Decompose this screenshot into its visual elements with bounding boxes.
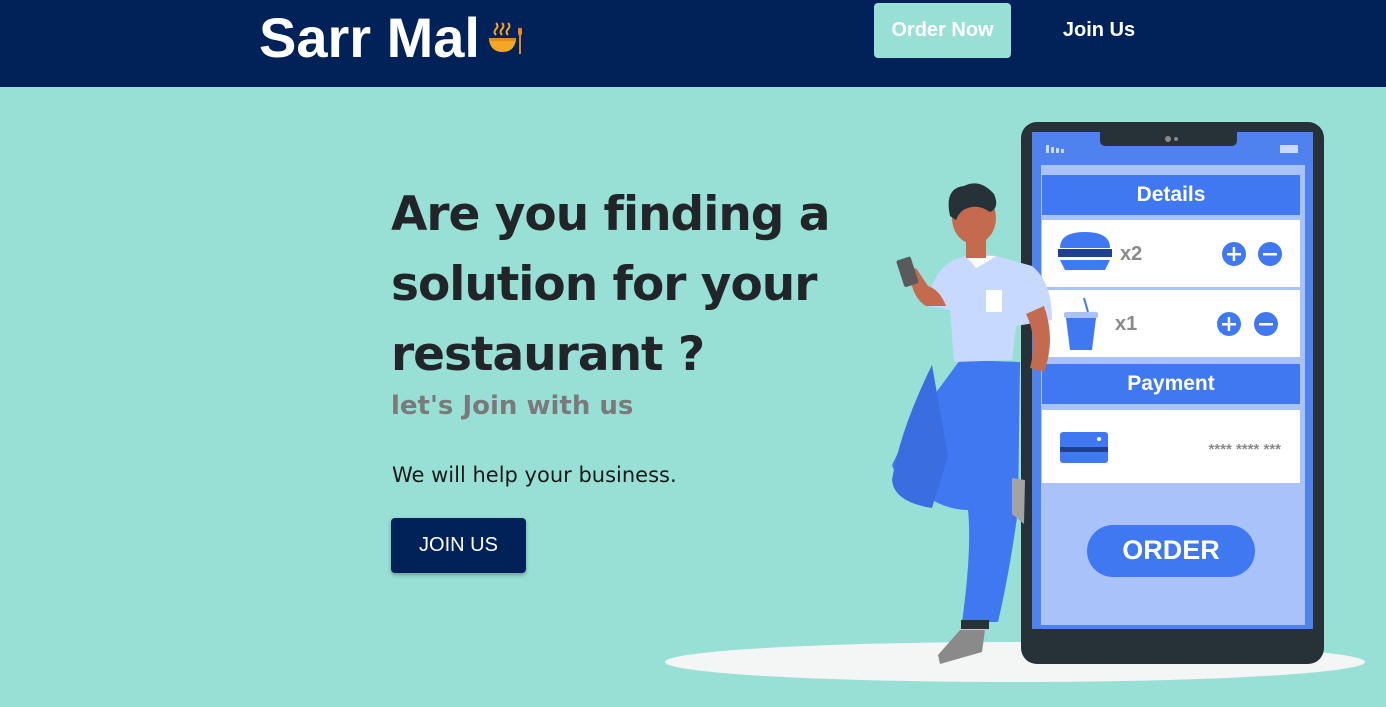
item2-qty: x1 — [1115, 313, 1137, 335]
join-us-button[interactable]: JOIN US — [391, 518, 526, 573]
order-now-button[interactable]: Order Now — [874, 3, 1011, 58]
phone-illustration: Details x2 x1 Payment **** **** *** ORDE… — [1021, 122, 1324, 664]
details-label: Details — [1137, 183, 1206, 206]
hero-subtitle: let's Join with us — [391, 391, 634, 421]
burger-icon — [1058, 232, 1112, 270]
navbar: Sarr Mal Order Now Join Us — [0, 0, 1386, 87]
minus-icon — [1254, 312, 1278, 336]
plus-icon — [1217, 312, 1241, 336]
food-bowl-icon — [489, 22, 522, 54]
minus-icon — [1258, 242, 1282, 266]
brand-logo[interactable]: Sarr Mal — [259, 6, 524, 70]
payment-label: Payment — [1127, 372, 1215, 395]
card-number: **** **** *** — [1208, 441, 1281, 458]
order-app-illustration: Details x2 x1 Payment **** **** *** ORDE… — [665, 122, 1365, 682]
credit-card-icon — [1060, 432, 1108, 463]
join-us-link[interactable]: Join Us — [1048, 3, 1150, 58]
plus-icon — [1222, 242, 1246, 266]
hero-text: We will help your business. — [392, 463, 677, 487]
brand-name: Sarr Mal — [259, 6, 480, 69]
item1-qty: x2 — [1120, 243, 1142, 265]
order-label: ORDER — [1122, 535, 1220, 565]
